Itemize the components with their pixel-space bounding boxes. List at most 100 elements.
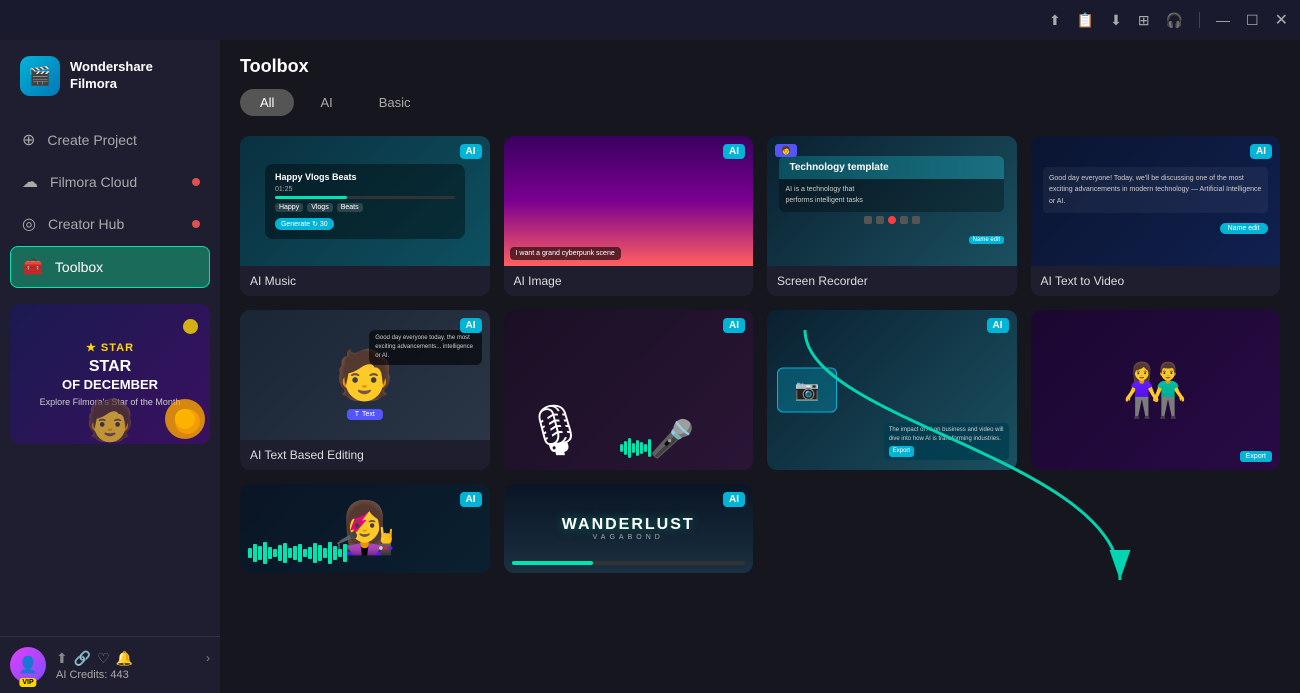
export-btn-mock: Export bbox=[889, 446, 914, 457]
mic-wave bbox=[620, 438, 745, 458]
rec-controls bbox=[779, 216, 1004, 224]
title-bar: ⬆ 📋 ⬇ ⊞ 🎧 — ☐ ✕ bbox=[0, 0, 1300, 40]
screen-recorder-thumbnail: Technology template AI is a technology t… bbox=[767, 136, 1017, 266]
mic-person-icon: 🎙 bbox=[524, 401, 587, 460]
promo-banner[interactable]: ★ STAR STAR OF DECEMBER Explore Filmora'… bbox=[10, 304, 210, 444]
copy-bubble-mock: The impact of AI on business and video w… bbox=[884, 423, 1009, 460]
silence-detection-thumbnail: 🎙 🎤 AI bbox=[504, 310, 754, 470]
clipboard-icon[interactable]: 📋 bbox=[1077, 12, 1094, 29]
tool-card-screen-recorder[interactable]: Technology template AI is a technology t… bbox=[767, 136, 1017, 296]
music-tags: Happy Vlogs Beats bbox=[275, 203, 455, 212]
instant-mode-thumbnail: WANDERLUST VAGABOND AI bbox=[504, 484, 754, 573]
ai-badge-text-video: AI bbox=[1250, 144, 1272, 159]
promo-decoration-circle bbox=[175, 409, 200, 434]
ai-music-label: AI Music bbox=[240, 266, 490, 296]
tool-card-copywriting[interactable]: 📷 The impact of AI on business and video… bbox=[767, 310, 1017, 470]
tool-card-silence-detection[interactable]: 🎙 🎤 AI Sile bbox=[504, 310, 754, 470]
tools-grid-container: Happy Vlogs Beats 01:25 Happy Vlogs Beat… bbox=[220, 126, 1300, 693]
text-editing-thumbnail: 🧑 Good day everyone today, the most exci… bbox=[240, 310, 490, 440]
ai-badge-silence: AI bbox=[723, 318, 745, 333]
tool-card-ai-image[interactable]: I want a grand cyberpunk scene AI AI Ima… bbox=[504, 136, 754, 296]
im-progress-fill bbox=[512, 561, 594, 565]
sidebar: 🎬 Wondershare Filmora ⊕ Create Project ☁… bbox=[0, 0, 220, 693]
ai-music-thumb-content: Happy Vlogs Beats 01:25 Happy Vlogs Beat… bbox=[240, 136, 490, 266]
tab-bar: All AI Basic bbox=[240, 89, 1280, 116]
wanderlust-text: WANDERLUST bbox=[562, 516, 695, 534]
send-icon[interactable]: ⬆ bbox=[1049, 12, 1061, 29]
grid-icon[interactable]: ⊞ bbox=[1138, 12, 1150, 29]
beat-sync-thumbnail: 👩‍🎤 bbox=[240, 484, 490, 573]
headphone-icon[interactable]: 🎧 bbox=[1166, 12, 1183, 29]
title-bar-separator bbox=[1199, 12, 1200, 28]
bell-icon[interactable]: 🔔 bbox=[116, 650, 133, 667]
minimize-icon[interactable]: — bbox=[1216, 12, 1230, 28]
sidebar-item-toolbox[interactable]: 🧰 Toolbox bbox=[10, 246, 210, 288]
camera-device-icon: 📷 bbox=[777, 368, 837, 413]
expand-icon[interactable]: › bbox=[206, 651, 210, 665]
ai-badge-instant-mode: AI bbox=[723, 492, 745, 507]
ai-music-thumbnail: Happy Vlogs Beats 01:25 Happy Vlogs Beat… bbox=[240, 136, 490, 266]
tab-basic[interactable]: Basic bbox=[359, 89, 431, 116]
ai-text-video-content: Good day everyone! Today, we'll be discu… bbox=[1031, 136, 1281, 266]
sidebar-item-creator-hub[interactable]: ◎ Creator Hub bbox=[10, 204, 210, 244]
tools-grid: Happy Vlogs Beats 01:25 Happy Vlogs Beat… bbox=[240, 136, 1280, 573]
beat-wave bbox=[248, 540, 482, 565]
text-editing-person-thumb: 🧑 Good day everyone today, the most exci… bbox=[240, 310, 490, 440]
sidebar-item-create-project[interactable]: ⊕ Create Project bbox=[10, 120, 210, 160]
wanderlust-subtitle: VAGABOND bbox=[562, 534, 695, 541]
ai-text-video-thumbnail: Good day everyone! Today, we'll be discu… bbox=[1031, 136, 1281, 266]
name-edit-mock: Name edit bbox=[1220, 223, 1268, 234]
vip-badge: VIP bbox=[19, 678, 36, 687]
im-progress-bar bbox=[512, 561, 746, 565]
music-progress-fill bbox=[275, 196, 347, 199]
ai-credits-label: AI Credits: 443 bbox=[56, 669, 210, 681]
close-icon[interactable]: ✕ bbox=[1275, 10, 1288, 30]
screen-rec-mock: Technology template AI is a technology t… bbox=[779, 156, 1004, 246]
toolbox-icon: 🧰 bbox=[23, 257, 43, 277]
link-icon[interactable]: 🔗 bbox=[74, 650, 91, 667]
promo-person-silhouette: 🧑 bbox=[85, 397, 135, 444]
sidebar-item-filmora-cloud[interactable]: ☁ Filmora Cloud bbox=[10, 162, 210, 202]
page-title: Toolbox bbox=[240, 56, 1280, 77]
tool-card-ai-text-video[interactable]: Good day everyone! Today, we'll be discu… bbox=[1031, 136, 1281, 296]
promo-title: STAR OF DECEMBER bbox=[62, 358, 158, 393]
ai-text-video-label: AI Text to Video bbox=[1031, 266, 1281, 296]
notification-dot-hub bbox=[192, 220, 200, 228]
avatar: 👤 VIP bbox=[10, 647, 46, 683]
app-name: Wondershare Filmora bbox=[70, 59, 153, 93]
text-editing-label: AI Text Based Editing bbox=[240, 440, 490, 470]
tool-card-beat-sync[interactable]: 👩‍🎤 bbox=[240, 484, 490, 573]
tab-ai[interactable]: AI bbox=[300, 89, 352, 116]
tool-card-ai-music[interactable]: Happy Vlogs Beats 01:25 Happy Vlogs Beat… bbox=[240, 136, 490, 296]
maximize-icon[interactable]: ☐ bbox=[1246, 12, 1259, 29]
screen-rec-content: Technology template AI is a technology t… bbox=[767, 136, 1017, 266]
create-project-icon: ⊕ bbox=[22, 130, 35, 150]
ai-badge-text-edit: AI bbox=[460, 318, 482, 333]
download-icon[interactable]: ⬇ bbox=[1110, 12, 1122, 29]
instant-cutter-person: 👫 bbox=[1123, 360, 1188, 421]
ai-badge-copywriting: AI bbox=[987, 318, 1009, 333]
user-section: 👤 VIP ⬆ 🔗 ♡ 🔔 › AI Credits: 443 bbox=[10, 647, 210, 683]
ai-text-mock: Good day everyone! Today, we'll be discu… bbox=[1043, 167, 1268, 235]
export-label-ic: Export bbox=[1240, 451, 1272, 462]
share-icon[interactable]: ⬆ bbox=[56, 650, 68, 667]
ai-image-label: AI Image bbox=[504, 266, 754, 296]
person-icon-overlay: 🧑 bbox=[775, 144, 797, 157]
promo-star-label: ★ STAR bbox=[86, 341, 134, 354]
tab-all[interactable]: All bbox=[240, 89, 294, 116]
app-logo: 🎬 Wondershare Filmora bbox=[0, 40, 220, 120]
main-header: Toolbox All AI Basic bbox=[220, 40, 1300, 126]
creator-hub-icon: ◎ bbox=[22, 214, 36, 234]
instant-mode-content: WANDERLUST VAGABOND bbox=[562, 516, 695, 541]
user-info: ⬆ 🔗 ♡ 🔔 › AI Credits: 443 bbox=[56, 650, 210, 681]
filmora-cloud-icon: ☁ bbox=[22, 172, 38, 192]
tool-card-instant-cutter[interactable]: 👫 Export Instant Cutter bbox=[1031, 310, 1281, 470]
generate-button-mock: Generate ↻ 30 bbox=[275, 218, 334, 230]
heart-icon[interactable]: ♡ bbox=[97, 650, 110, 667]
screen-recorder-label: Screen Recorder bbox=[767, 266, 1017, 296]
tool-card-instant-mode[interactable]: WANDERLUST VAGABOND AI Instant Mode bbox=[504, 484, 754, 573]
sidebar-navigation: ⊕ Create Project ☁ Filmora Cloud ◎ Creat… bbox=[0, 120, 220, 288]
copywriting-thumbnail: 📷 The impact of AI on business and video… bbox=[767, 310, 1017, 470]
tool-card-text-editing[interactable]: 🧑 Good day everyone today, the most exci… bbox=[240, 310, 490, 470]
music-progress-bar bbox=[275, 196, 455, 199]
